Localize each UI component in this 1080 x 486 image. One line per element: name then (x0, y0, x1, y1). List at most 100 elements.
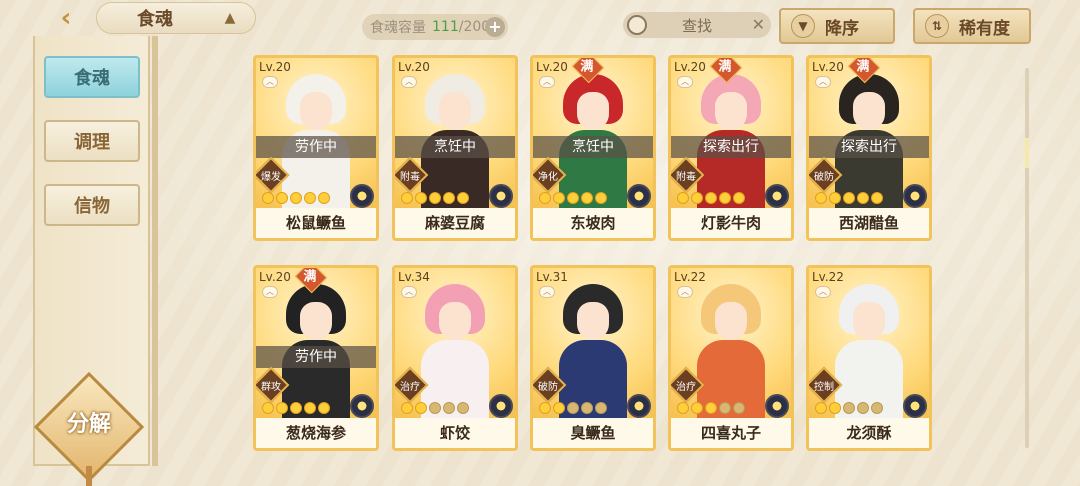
star-icon (567, 192, 579, 204)
chevron-up-icon: ︿ (815, 76, 831, 88)
card-name: 龙须酥 (809, 418, 929, 448)
star-icon (262, 402, 274, 414)
scrollbar[interactable] (1025, 68, 1029, 448)
level-label: Lv.22 (674, 270, 706, 284)
food-soul-card[interactable]: Lv.22 ︿ 治疗 四喜丸子 (668, 265, 794, 451)
sidebar-item-tiaoli[interactable]: 调理 (44, 120, 140, 162)
food-soul-card[interactable]: Lv.20 ︿ 满 劳作中 群攻 葱烧海参 (253, 265, 379, 451)
element-icon (489, 394, 513, 418)
star-icon (429, 402, 441, 414)
search-input[interactable]: 查找 ✕ (623, 12, 771, 38)
rarity-filter-label: 稀有度 (959, 18, 1010, 39)
food-soul-card[interactable]: Lv.34 ︿ 治疗 虾饺 (392, 265, 518, 451)
level-label: Lv.20 (259, 270, 291, 284)
search-placeholder: 查找 (681, 16, 712, 35)
clear-icon[interactable]: ✕ (752, 15, 765, 34)
star-icon (290, 402, 302, 414)
level-label: Lv.20 (674, 60, 706, 74)
character-figure (555, 284, 631, 418)
element-icon (903, 394, 927, 418)
back-arrow-icon[interactable]: ‹ (42, 2, 90, 34)
star-icon (539, 402, 551, 414)
star-rating (677, 192, 745, 204)
sidebar-item-label: 信物 (74, 196, 110, 217)
star-icon (705, 402, 717, 414)
character-face (577, 92, 609, 130)
element-icon (350, 394, 374, 418)
food-soul-card[interactable]: Lv.20 ︿ 劳作中 爆发 松鼠鳜鱼 (253, 55, 379, 241)
star-icon (829, 402, 841, 414)
star-icon (290, 192, 302, 204)
star-icon (304, 192, 316, 204)
page-title-tab: 食魂 ▲ (96, 2, 256, 34)
crown-icon[interactable]: ▲ (219, 10, 241, 28)
level-label: Lv.20 (259, 60, 291, 74)
character-figure (417, 284, 493, 418)
capacity-label: 食魂容量 (370, 20, 426, 36)
sidebar-item-label: 食魂 (74, 68, 110, 89)
search-icon (627, 15, 647, 35)
swap-icon: ⇅ (925, 14, 949, 38)
food-soul-card[interactable]: Lv.22 ︿ 控制 龙须酥 (806, 265, 932, 451)
star-icon (276, 402, 288, 414)
star-rating (815, 192, 883, 204)
star-icon (262, 192, 274, 204)
decompose-label: 分解 (66, 412, 111, 437)
sidebar-item-shihun[interactable]: 食魂 (44, 56, 140, 98)
character-figure (693, 284, 769, 418)
food-soul-card[interactable]: Lv.31 ︿ 破防 臭鳜鱼 (530, 265, 656, 451)
star-icon (829, 192, 841, 204)
chevron-up-icon: ︿ (815, 286, 831, 298)
star-icon (857, 192, 869, 204)
star-icon (705, 192, 717, 204)
food-soul-card[interactable]: Lv.20 ︿ 满 烹饪中 净化 东坡肉 (530, 55, 656, 241)
star-icon (857, 402, 869, 414)
status-banner: 劳作中 (256, 346, 376, 368)
character-face (439, 302, 471, 340)
card-name: 葱烧海参 (256, 418, 376, 448)
add-capacity-button[interactable]: + (485, 17, 505, 37)
element-icon (627, 394, 651, 418)
type-label: 爆发 (261, 172, 281, 183)
character-face (300, 302, 332, 340)
sidebar-item-xinwu[interactable]: 信物 (44, 184, 140, 226)
star-rating (815, 402, 883, 414)
card-name: 麻婆豆腐 (395, 208, 515, 238)
star-icon (539, 192, 551, 204)
sort-order-label: 降序 (825, 18, 859, 39)
type-label: 附毒 (676, 172, 696, 183)
type-label: 治疗 (676, 382, 696, 393)
star-icon (457, 402, 469, 414)
food-soul-card[interactable]: Lv.20 ︿ 烹饪中 附毒 麻婆豆腐 (392, 55, 518, 241)
star-rating (401, 192, 469, 204)
card-name: 松鼠鳜鱼 (256, 208, 376, 238)
card-name: 灯影牛肉 (671, 208, 791, 238)
star-icon (401, 402, 413, 414)
rarity-filter-button[interactable]: ⇅ 稀有度 (913, 8, 1031, 44)
star-icon (871, 192, 883, 204)
food-soul-card[interactable]: Lv.20 ︿ 满 探索出行 破防 西湖醋鱼 (806, 55, 932, 241)
star-icon (843, 402, 855, 414)
status-banner: 烹饪中 (533, 136, 653, 158)
star-icon (318, 402, 330, 414)
scrollbar-thumb[interactable] (1025, 138, 1029, 168)
status-banner: 劳作中 (256, 136, 376, 158)
character-face (715, 302, 747, 340)
star-icon (443, 402, 455, 414)
star-icon (733, 192, 745, 204)
food-soul-card[interactable]: Lv.20 ︿ 满 探索出行 附毒 灯影牛肉 (668, 55, 794, 241)
star-icon (567, 402, 579, 414)
tassel-decoration (86, 466, 92, 486)
star-icon (443, 192, 455, 204)
level-label: Lv.31 (536, 270, 568, 284)
card-name: 东坡肉 (533, 208, 653, 238)
sort-order-button[interactable]: ▼ 降序 (779, 8, 895, 44)
element-icon (765, 184, 789, 208)
star-icon (595, 402, 607, 414)
star-icon (595, 192, 607, 204)
element-icon (627, 184, 651, 208)
card-name: 虾饺 (395, 418, 515, 448)
star-rating (539, 192, 607, 204)
star-icon (815, 402, 827, 414)
star-icon (843, 192, 855, 204)
